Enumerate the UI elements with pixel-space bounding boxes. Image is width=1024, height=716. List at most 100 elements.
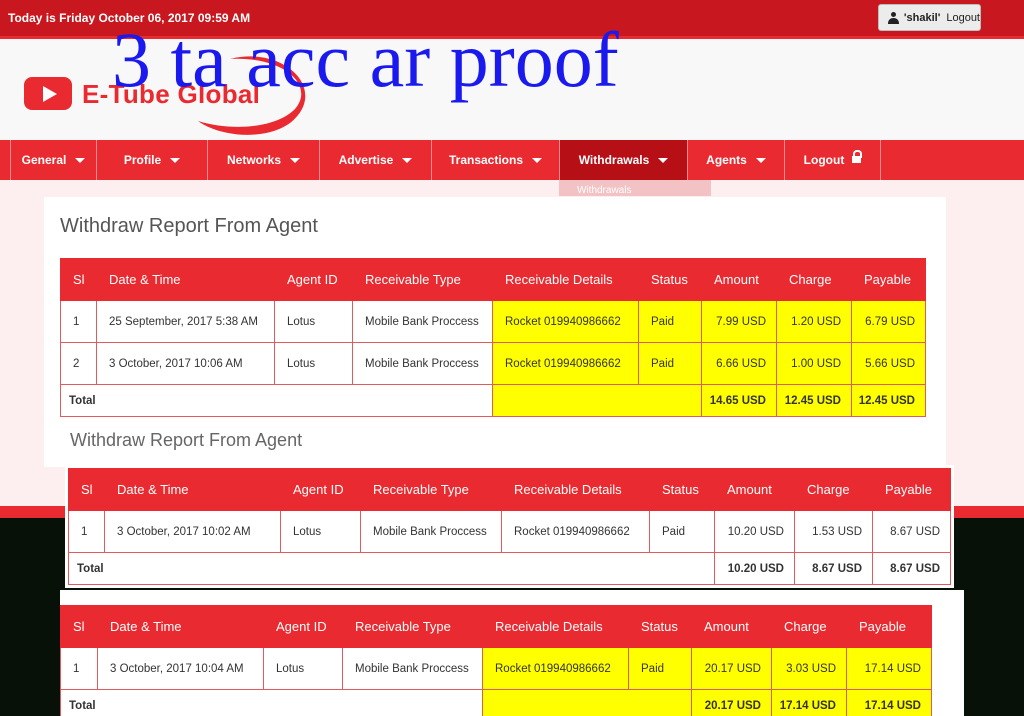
cell-status: Paid <box>638 300 702 343</box>
col-status: Status <box>638 258 702 301</box>
col-date: Date & Time <box>104 468 281 511</box>
col-charge: Charge <box>771 605 847 648</box>
nav-label: Logout <box>803 153 845 167</box>
overlay-annotation: 3 ta acc ar proof <box>112 16 619 103</box>
cell-date: 3 October, 2017 10:06 AM <box>96 342 275 385</box>
table-row: 1 3 October, 2017 10:02 AM Lotus Mobile … <box>68 510 951 553</box>
col-charge: Charge <box>776 258 852 301</box>
nav-label: Withdrawals <box>578 153 650 167</box>
chevron-down-icon <box>170 157 181 163</box>
nav-networks[interactable]: Networks <box>207 140 319 180</box>
total-payable: 12.45 USD <box>851 384 926 417</box>
nav-withdrawals[interactable]: Withdrawals <box>559 140 687 180</box>
cell-charge: 1.53 USD <box>794 510 873 553</box>
col-agent: Agent ID <box>280 468 361 511</box>
table-row: 1 25 September, 2017 5:38 AM Lotus Mobil… <box>60 300 926 343</box>
col-status: Status <box>649 468 715 511</box>
cell-payable: 8.67 USD <box>872 510 951 553</box>
cell-payable: 6.79 USD <box>851 300 926 343</box>
table-header: Sl Date & Time Agent ID Receivable Type … <box>60 258 926 301</box>
nav-profile[interactable]: Profile <box>96 140 207 180</box>
cell-amount: 7.99 USD <box>701 300 777 343</box>
total-row: Total 20.17 USD 17.14 USD 17.14 USD <box>60 689 932 716</box>
nav-agents[interactable]: Agents <box>687 140 784 180</box>
cell-agent: Lotus <box>263 647 343 690</box>
nav-general[interactable]: General <box>10 140 96 180</box>
nav-label: Agents <box>706 153 747 167</box>
nav-label: General <box>21 153 67 167</box>
play-icon <box>24 77 72 110</box>
total-row: Total 14.65 USD 12.45 USD 12.45 USD <box>60 384 926 417</box>
cell-amount: 10.20 USD <box>714 510 795 553</box>
table-header: Sl Date & Time Agent ID Receivable Type … <box>68 468 951 511</box>
total-amount: 10.20 USD <box>714 552 795 585</box>
user-logout-button[interactable]: 'shakil' Logout <box>878 4 981 31</box>
col-agent: Agent ID <box>274 258 353 301</box>
cell-date: 3 October, 2017 10:04 AM <box>97 647 264 690</box>
cell-payable: 17.14 USD <box>846 647 932 690</box>
ghost-title: Withdraw Report From Agent <box>70 430 303 450</box>
total-charge: 12.45 USD <box>776 384 852 417</box>
cell-charge: 1.20 USD <box>776 300 852 343</box>
col-payable: Payable <box>851 258 926 301</box>
cell-amount: 20.17 USD <box>691 647 772 690</box>
col-details: Receivable Details <box>482 605 629 648</box>
col-date: Date & Time <box>97 605 264 648</box>
total-label: Total <box>60 384 493 417</box>
withdrawals-dropdown[interactable]: Withdrawals <box>559 180 711 196</box>
col-details: Receivable Details <box>501 468 650 511</box>
nav-label: Networks <box>226 153 282 167</box>
col-charge: Charge <box>794 468 873 511</box>
cell-type: Mobile Bank Proccess <box>342 647 483 690</box>
col-date: Date & Time <box>96 258 275 301</box>
nav-label: Transactions <box>448 153 524 167</box>
page-title: Withdraw Report From Agent <box>60 215 318 237</box>
nav-advertise[interactable]: Advertise <box>319 140 431 180</box>
cell-charge: 3.03 USD <box>771 647 847 690</box>
cell-sl: 1 <box>60 647 98 690</box>
chevron-down-icon <box>75 157 86 163</box>
col-type: Receivable Type <box>352 258 493 301</box>
cell-agent: Lotus <box>274 342 353 385</box>
total-payable: 8.67 USD <box>872 552 951 585</box>
cell-charge: 1.00 USD <box>776 342 852 385</box>
nav-label: Advertise <box>338 153 394 167</box>
total-blank <box>482 689 692 716</box>
cell-status: Paid <box>628 647 692 690</box>
total-blank <box>492 384 702 417</box>
header: E-Tube Global 3 ta acc ar proof <box>0 21 1024 140</box>
cell-agent: Lotus <box>280 510 361 553</box>
chevron-down-icon <box>658 157 669 163</box>
chevron-down-icon <box>402 157 413 163</box>
col-payable: Payable <box>872 468 951 511</box>
cell-type: Mobile Bank Proccess <box>352 300 493 343</box>
total-charge: 17.14 USD <box>771 689 847 716</box>
cell-type: Mobile Bank Proccess <box>352 342 493 385</box>
total-charge: 8.67 USD <box>794 552 873 585</box>
col-type: Receivable Type <box>360 468 502 511</box>
nav-transactions[interactable]: Transactions <box>431 140 559 180</box>
cell-sl: 1 <box>68 510 105 553</box>
cell-agent: Lotus <box>274 300 353 343</box>
user-icon <box>888 11 899 24</box>
total-label: Total <box>60 689 483 716</box>
total-label: Total <box>68 552 715 585</box>
col-payable: Payable <box>846 605 932 648</box>
chevron-down-icon <box>755 157 766 163</box>
logout-label: Logout <box>946 11 980 24</box>
total-row: Total 10.20 USD 8.67 USD 8.67 USD <box>68 552 951 585</box>
cell-status: Paid <box>638 342 702 385</box>
table-row: 1 3 October, 2017 10:04 AM Lotus Mobile … <box>60 647 932 690</box>
chevron-down-icon <box>532 157 543 163</box>
nav-logout[interactable]: Logout <box>784 140 881 180</box>
nav-label: Profile <box>123 153 162 167</box>
lock-icon <box>852 150 863 165</box>
col-amount: Amount <box>714 468 795 511</box>
username: 'shakil' <box>903 11 941 24</box>
cell-payable: 5.66 USD <box>851 342 926 385</box>
col-type: Receivable Type <box>342 605 483 648</box>
col-agent: Agent ID <box>263 605 343 648</box>
col-amount: Amount <box>701 258 777 301</box>
col-sl: Sl <box>68 468 105 511</box>
dropdown-item-withdrawals[interactable]: Withdrawals <box>577 185 631 196</box>
